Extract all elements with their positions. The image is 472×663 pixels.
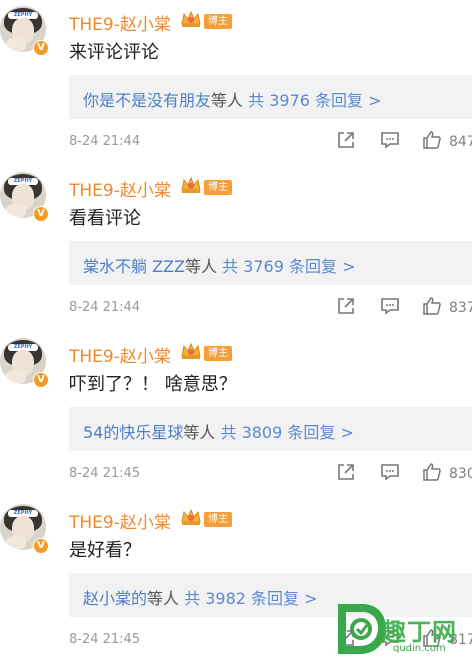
reply-count-link[interactable]: 共 3982 条回复 >: [184, 589, 317, 608]
username-link[interactable]: THE9-赵小棠: [69, 342, 171, 367]
reply-count-link[interactable]: 共 3769 条回复 >: [222, 257, 355, 276]
username-link[interactable]: THE9-赵小棠: [69, 10, 171, 35]
reply-summary[interactable]: 你是不是没有朋友等人 共 3976 条回复 >: [69, 75, 472, 119]
username-link[interactable]: THE9-赵小棠: [69, 508, 171, 533]
comment-text: 来评论评论: [69, 42, 159, 63]
comment-icon[interactable]: [380, 130, 400, 150]
comment-timestamp: 8-24 21:45: [69, 466, 141, 481]
reply-user-link[interactable]: 你是不是没有朋友: [83, 91, 211, 110]
reply-others-label: 等人: [184, 257, 217, 276]
reply-others-label: 等人: [183, 423, 216, 442]
comment-timestamp: 8-24 21:44: [69, 134, 141, 149]
crown-icon: [181, 508, 201, 525]
verified-badge-icon: V: [33, 40, 49, 56]
comment-text: 是好看？: [69, 540, 141, 561]
avatar-hand: [6, 204, 26, 218]
like-icon[interactable]: [422, 296, 442, 316]
like-icon[interactable]: [422, 462, 442, 482]
share-icon[interactable]: [336, 462, 356, 482]
comment-text: 看看评论: [69, 208, 141, 229]
like-count: 837: [449, 300, 472, 316]
author-tag: 博主: [204, 14, 232, 29]
reply-summary[interactable]: 棠水不躺 ZZZ等人 共 3769 条回复 >: [69, 241, 472, 285]
comment-item: ZEPHY V THE9-赵小棠 博主 来评论评论 你是不是没有朋友等人 共 3…: [0, 0, 472, 165]
avatar-hand: [6, 370, 26, 384]
comment-timestamp: 8-24 21:44: [69, 300, 141, 315]
reply-others-label: 等人: [211, 91, 244, 110]
avatar-hand: [6, 536, 26, 550]
avatar-hand: [6, 38, 26, 52]
reply-user-link[interactable]: 棠水不躺 ZZZ: [83, 257, 185, 276]
comment-timestamp: 8-24 21:45: [69, 632, 141, 647]
comment-icon[interactable]: [380, 296, 400, 316]
author-tag: 博主: [204, 346, 232, 361]
verified-badge-icon: V: [33, 538, 49, 554]
share-icon[interactable]: [336, 130, 356, 150]
author-tag: 博主: [204, 180, 232, 195]
reply-count-link[interactable]: 共 3809 条回复 >: [220, 423, 353, 442]
crown-icon: [181, 10, 201, 27]
share-icon[interactable]: [336, 296, 356, 316]
watermark-brand: 趣丁网: [382, 618, 457, 646]
reply-summary[interactable]: 54的快乐星球等人 共 3809 条回复 >: [69, 407, 472, 451]
username-link[interactable]: THE9-赵小棠: [69, 176, 171, 201]
comment-icon[interactable]: [380, 462, 400, 482]
watermark-url: qudin.com: [393, 643, 446, 654]
comment-text: 吓到了？！ 啥意思？: [69, 374, 237, 395]
crown-icon: [181, 342, 201, 359]
reply-count-link[interactable]: 共 3976 条回复 >: [248, 91, 381, 110]
like-count: 847: [449, 134, 472, 150]
comment-item: ZEPHY V THE9-赵小棠 博主 看看评论 棠水不躺 ZZZ等人 共 37…: [0, 166, 472, 331]
comment-item: ZEPHY V THE9-赵小棠 博主 吓到了？！ 啥意思？ 54的快乐星球等人…: [0, 332, 472, 497]
reply-user-link[interactable]: 赵小棠的: [83, 589, 147, 608]
verified-badge-icon: V: [33, 206, 49, 222]
crown-icon: [181, 176, 201, 193]
verified-badge-icon: V: [33, 372, 49, 388]
reply-others-label: 等人: [147, 589, 180, 608]
reply-user-link[interactable]: 54的快乐星球: [83, 423, 183, 442]
author-tag: 博主: [204, 512, 232, 527]
like-icon[interactable]: [422, 130, 442, 150]
like-count: 830: [449, 466, 472, 482]
